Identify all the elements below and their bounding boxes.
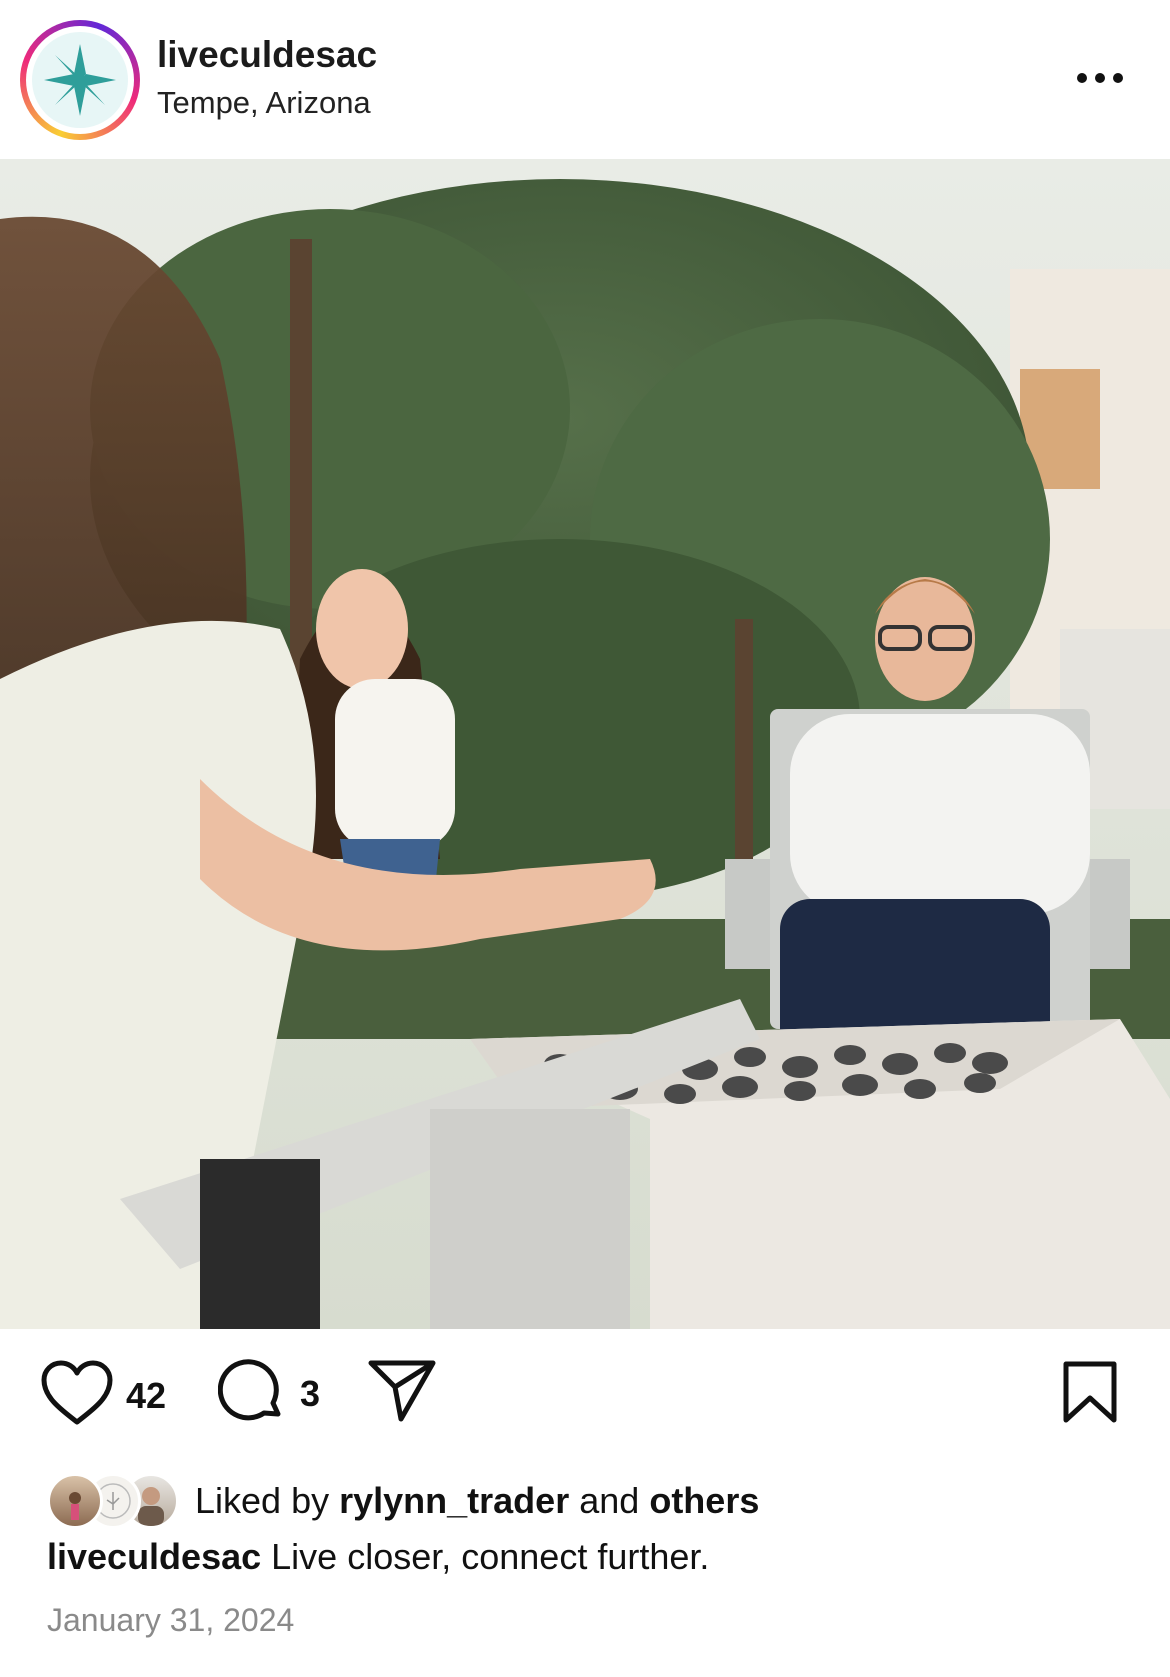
post-header: liveculdesac Tempe, Arizona xyxy=(0,0,1170,160)
comment-icon xyxy=(217,1357,286,1430)
like-count[interactable]: 42 xyxy=(126,1375,166,1417)
heart-icon xyxy=(40,1360,114,1431)
profile-avatar[interactable] xyxy=(20,20,140,140)
comment-count[interactable]: 3 xyxy=(300,1373,320,1415)
caption-username[interactable]: liveculdesac xyxy=(47,1536,261,1577)
send-icon xyxy=(367,1357,437,1428)
liked-by-row[interactable]: Liked by rylynn_trader and others xyxy=(47,1473,759,1529)
liked-by-text: Liked by rylynn_trader and others xyxy=(195,1480,759,1522)
more-options-icon[interactable] xyxy=(1070,60,1130,96)
post-photo[interactable] xyxy=(0,159,1170,1329)
post-caption: liveculdesac Live closer, connect furthe… xyxy=(47,1536,709,1578)
liker-avatar-1[interactable] xyxy=(47,1473,103,1529)
liked-by-and: and xyxy=(579,1480,640,1521)
comment-button[interactable]: 3 xyxy=(217,1357,320,1430)
liked-by-prefix: Liked by xyxy=(195,1480,330,1521)
caption-text: Live closer, connect further. xyxy=(271,1536,710,1577)
liked-by-user[interactable]: rylynn_trader xyxy=(339,1480,569,1521)
save-button[interactable] xyxy=(1062,1360,1118,1429)
like-button[interactable]: 42 xyxy=(40,1360,166,1431)
share-button[interactable] xyxy=(367,1357,437,1428)
post-location[interactable]: Tempe, Arizona xyxy=(157,85,371,121)
bookmark-icon xyxy=(1062,1360,1118,1429)
post-actions: 42 3 xyxy=(0,1335,1170,1475)
compass-star-icon xyxy=(32,32,128,128)
liked-by-others[interactable]: others xyxy=(649,1480,759,1521)
post-date: January 31, 2024 xyxy=(47,1602,295,1638)
post-username[interactable]: liveculdesac xyxy=(157,34,377,76)
